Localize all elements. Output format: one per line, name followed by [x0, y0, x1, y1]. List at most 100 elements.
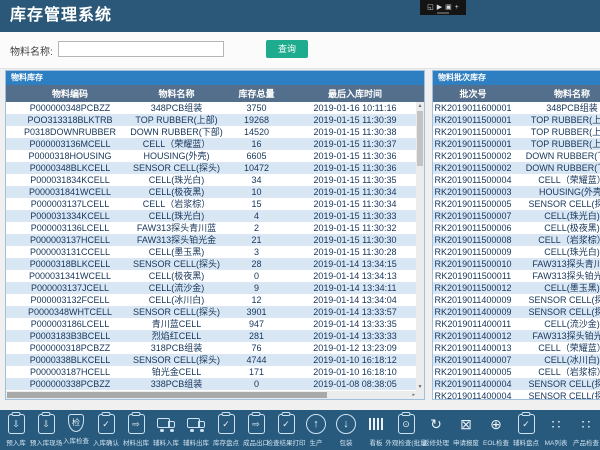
rework-arrows-icon: ↻: [425, 414, 447, 434]
cell-last-inbound-time: 2019-01-12 13:23:09: [294, 342, 416, 354]
toolbar-item[interactable]: ✓ 检查结果打印: [271, 410, 301, 450]
column-header[interactable]: 库存总量: [219, 85, 294, 102]
cell-stock-total: 10472: [219, 162, 294, 174]
table-row[interactable]: RK2019011500001 TOP RUBBER(上部): [433, 114, 600, 126]
table-row[interactable]: RK2019011400004 SENSOR CELL(探头): [433, 390, 600, 399]
table-row[interactable]: P000003137LCELL CELL（岩浆棕） 15 2019-01-15 …: [6, 198, 416, 210]
table-row[interactable]: RK2019011500004 CELL（荣耀蓝）: [433, 174, 600, 186]
table-row[interactable]: RK2019011500008 CELL（岩浆棕）: [433, 234, 600, 246]
table-row[interactable]: RK2019011500011 FAW313探头铂光金: [433, 270, 600, 282]
table-row[interactable]: RK2019011400011 CELL(流沙金): [433, 318, 600, 330]
table-row[interactable]: P000000338PCBZZ 338PCB组装 0 2019-01-08 08…: [6, 378, 416, 390]
table-row[interactable]: P000003187HCELL 铂光金CELL 171 2019-01-10 1…: [6, 366, 416, 378]
overlay-stop-icon[interactable]: ▣: [445, 4, 452, 11]
table-row[interactable]: P0318DOWNRUBBER DOWN RUBBER(下部) 14520 20…: [6, 126, 416, 138]
toolbar-item[interactable]: ⊠ 申请报废: [451, 410, 481, 450]
cell-last-inbound-time: 2019-01-15 11:30:32: [294, 222, 416, 234]
column-header[interactable]: 物料名称: [513, 85, 600, 102]
table-row[interactable]: P000031841WCELL CELL(极夜黑) 10 2019-01-15 …: [6, 186, 416, 198]
material-name-input[interactable]: [58, 41, 224, 57]
table-row[interactable]: POO313318BLKTRB TOP RUBBER(上部) 19268 201…: [6, 114, 416, 126]
cell-material-name: 318PCB组装: [134, 342, 219, 354]
table-row[interactable]: RK2019011400007 CELL(冰川白): [433, 354, 600, 366]
toolbar-item[interactable]: ⊕ EOL检查: [481, 410, 511, 450]
toolbar-item[interactable]: 辅料入库: [151, 410, 181, 450]
cell-material-code: POO313318BLKTRB: [6, 114, 134, 126]
query-button[interactable]: 查询: [266, 40, 308, 58]
table-row[interactable]: RK2019011500007 CELL(珠光白): [433, 210, 600, 222]
table-row[interactable]: P0000318HOUSING HOUSING(外壳) 6605 2019-01…: [6, 150, 416, 162]
table-row[interactable]: P000003137HCELL FAW313探头铂光金 21 2019-01-1…: [6, 234, 416, 246]
toolbar-item[interactable]: ✓ 辅料盘点: [511, 410, 541, 450]
table-row[interactable]: RK2019011500009 CELL(珠光白): [433, 246, 600, 258]
toolbar-item[interactable]: ⇩ 预入库现场: [31, 410, 61, 450]
cell-material-code: P0318DOWNRUBBER: [6, 126, 134, 138]
toolbar-item[interactable]: ⇨ 材料出库: [121, 410, 151, 450]
table-row[interactable]: P000003132FCELL CELL(冰川白) 12 2019-01-14 …: [6, 294, 416, 306]
table-row[interactable]: P000003137JCELL CELL(流沙金) 9 2019-01-14 1…: [6, 282, 416, 294]
table-row[interactable]: RK2019011400009 SENSOR CELL(探头): [433, 306, 600, 318]
table-row[interactable]: RK2019011400013 CELL（荣耀蓝）: [433, 342, 600, 354]
table-row[interactable]: RK2019011400005 CELL（岩浆棕）: [433, 366, 600, 378]
table-row[interactable]: RK2019011500010 FAW313探头青川蓝: [433, 258, 600, 270]
table-row[interactable]: P0000318BLKCELL SENSOR CELL(探头) 28 2019-…: [6, 258, 416, 270]
overlay-add-icon[interactable]: +: [455, 4, 459, 11]
toolbar-item[interactable]: ↓ 包装: [331, 410, 361, 450]
scroll-down-icon[interactable]: ▼: [418, 383, 423, 391]
toolbar-item[interactable]: ✓ 入库确认: [91, 410, 121, 450]
table-row[interactable]: P000000318PCBZZ 318PCB组装 76 2019-01-12 1…: [6, 342, 416, 354]
table-row[interactable]: RK2019011500002 DOWN RUBBER(下部): [433, 150, 600, 162]
toolbar-item[interactable]: 辅料出库: [181, 410, 211, 450]
table-row[interactable]: RK2019011500001 TOP RUBBER(上部): [433, 126, 600, 138]
table-row[interactable]: RK2019011500012 CELL(墨玉黑): [433, 282, 600, 294]
overlay-capture-icon[interactable]: ◱: [427, 4, 434, 11]
column-header[interactable]: 物料名称: [134, 85, 219, 102]
table-row[interactable]: P000003186LCELL 青川蓝CELL 947 2019-01-14 1…: [6, 318, 416, 330]
table-row[interactable]: P000003136MCELL CELL（荣耀蓝） 16 2019-01-15 …: [6, 138, 416, 150]
column-header[interactable]: 批次号: [433, 85, 513, 102]
table-row[interactable]: RK2019011400012 FAW313探头铂光金: [433, 330, 600, 342]
toolbar-item[interactable]: ∷ MA列表: [541, 410, 571, 450]
table-row[interactable]: P000000348PCBZZ 348PCB组装 3750 2019-01-16…: [6, 102, 416, 114]
table-row[interactable]: P000031341WCELL CELL(极夜黑) 0 2019-01-14 1…: [6, 270, 416, 282]
table-row[interactable]: RK2019011500005 SENSOR CELL(探头): [433, 198, 600, 210]
toolbar-item[interactable]: ∷ 产品检查: [571, 410, 600, 450]
scroll-right-icon[interactable]: ▸: [412, 392, 415, 398]
table-row[interactable]: RK2019011500001 TOP RUBBER(上部): [433, 138, 600, 150]
table-row[interactable]: P000003131CCELL CELL(墨玉黑) 3 2019-01-15 1…: [6, 246, 416, 258]
table-row[interactable]: P0000348WHTCELL SENSOR CELL(探头) 3901 201…: [6, 306, 416, 318]
toolbar-item[interactable]: ✓ 库存盘点: [211, 410, 241, 450]
table-row[interactable]: P0000338BLKCELL SENSOR CELL(探头) 4744 201…: [6, 354, 416, 366]
column-header[interactable]: 物料编码: [6, 85, 134, 102]
scroll-up-icon[interactable]: ▲: [418, 102, 423, 110]
cell-material-name: CELL(流沙金): [513, 318, 600, 330]
toolbar-item-label: 入库确认: [93, 437, 119, 447]
scrollbar-thumb[interactable]: [417, 111, 423, 166]
table-row[interactable]: P0000348BLKCELL SENSOR CELL(探头) 10472 20…: [6, 162, 416, 174]
overlay-play-icon[interactable]: ▶: [437, 4, 442, 11]
toolbar-item[interactable]: ↑ 生产: [301, 410, 331, 450]
table-row[interactable]: RK2019011500006 CELL(极夜黑): [433, 222, 600, 234]
toolbar-item[interactable]: ⊙ 外观检查(批量: [391, 410, 421, 450]
table-row[interactable]: RK2019011400004 SENSOR CELL(探头): [433, 378, 600, 390]
cell-material-name: CELL(珠光白): [134, 174, 219, 186]
table-row[interactable]: P000031334KCELL CELL(珠光白) 4 2019-01-15 1…: [6, 210, 416, 222]
cell-material-code: P0003183B3BCELL: [6, 330, 134, 342]
cell-batch-no: RK2019011500005: [433, 198, 513, 210]
table-row[interactable]: P000031834KCELL CELL(珠光白) 34 2019-01-15 …: [6, 174, 416, 186]
clipboard-check-icon: ✓: [518, 414, 535, 434]
table-row[interactable]: RK2019011500002 DOWN RUBBER(下部): [433, 162, 600, 174]
table-row[interactable]: RK2019011500003 HOUSING(外壳): [433, 186, 600, 198]
vertical-scrollbar[interactable]: ▲ ▼: [416, 102, 424, 391]
toolbar-item[interactable]: ⇩ 预入库: [1, 410, 31, 450]
table-row[interactable]: P000003136LCELL FAW313探头青川蓝 2 2019-01-15…: [6, 222, 416, 234]
horizontal-scrollbar[interactable]: ▸: [6, 391, 416, 399]
toolbar-item[interactable]: ↻ 返修处理: [421, 410, 451, 450]
column-header[interactable]: 最后入库时间: [294, 85, 416, 102]
shield-check-icon: 检: [68, 414, 84, 432]
table-row[interactable]: RK2019011400009 SENSOR CELL(探头): [433, 294, 600, 306]
table-row[interactable]: P0003183B3BCELL 烈焰红CELL 281 2019-01-14 1…: [6, 330, 416, 342]
table-row[interactable]: RK2019011600001 348PCB组装: [433, 102, 600, 114]
scrollbar-thumb[interactable]: [7, 392, 327, 398]
toolbar-item[interactable]: 检 入库检查: [61, 410, 91, 450]
